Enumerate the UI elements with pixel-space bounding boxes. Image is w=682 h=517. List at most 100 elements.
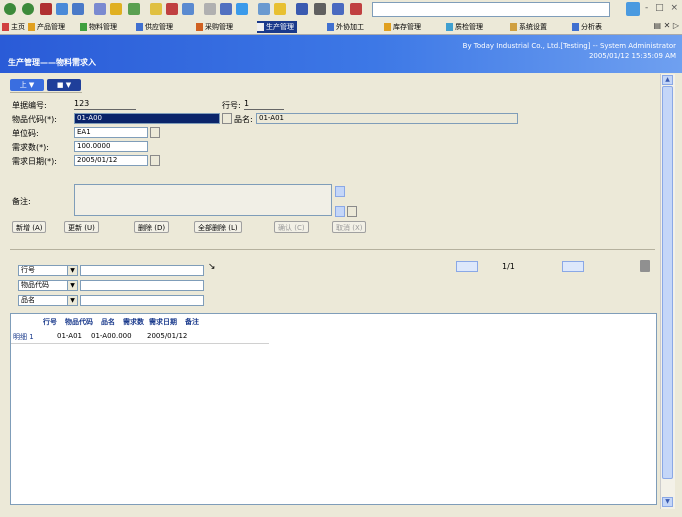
search-icon[interactable]: ↘ bbox=[208, 262, 216, 272]
column-header[interactable]: 物品代码 bbox=[65, 317, 93, 327]
page-indicator: 1/1 bbox=[502, 262, 515, 271]
column-header[interactable]: 行号 bbox=[43, 317, 57, 327]
tab-label: 系统设置 bbox=[519, 23, 547, 31]
table-cell: 2005/01/12 bbox=[147, 332, 188, 340]
module-tabs: 主页 产品管理 物料管理 供应管理 采购管理 生产管理 外协加工 库存管理 质检… bbox=[0, 20, 682, 35]
tab-material[interactable]: 物料管理 bbox=[80, 21, 117, 33]
delete-button[interactable]: 删除 (D) bbox=[134, 221, 170, 233]
print-icon[interactable] bbox=[640, 260, 650, 272]
media-icon[interactable] bbox=[236, 3, 248, 15]
nav-down-button[interactable]: ■ ▼ bbox=[47, 79, 81, 91]
tab-system[interactable]: 系统设置 bbox=[510, 21, 547, 33]
scroll-down-arrow[interactable]: ▼ bbox=[662, 497, 673, 507]
cancel-button[interactable]: 取消 (X) bbox=[332, 221, 367, 233]
delete-all-button[interactable]: 全部删除 (L) bbox=[194, 221, 242, 233]
scroll-up-arrow[interactable]: ▲ bbox=[662, 75, 673, 85]
forward-icon[interactable] bbox=[22, 3, 34, 15]
tab-label: 分析表 bbox=[581, 23, 602, 31]
nav-up-button[interactable]: 上 ▼ bbox=[10, 79, 44, 91]
company-line: By Today Industrial Co., Ltd.[Testing] -… bbox=[462, 42, 676, 50]
order-no-label: 单据编号: bbox=[12, 101, 47, 110]
page-icon[interactable] bbox=[332, 3, 344, 15]
tab-icon bbox=[2, 23, 9, 31]
tools-icon[interactable] bbox=[314, 3, 326, 15]
tab-icon bbox=[446, 23, 453, 31]
address-bar[interactable] bbox=[372, 2, 610, 17]
item-lookup-button[interactable] bbox=[222, 113, 232, 124]
stop-icon[interactable] bbox=[40, 3, 52, 15]
unit-lookup-button[interactable] bbox=[150, 127, 160, 138]
refresh-icon[interactable] bbox=[56, 3, 68, 15]
vertical-scrollbar[interactable]: ▲ ▼ bbox=[660, 74, 675, 509]
messenger-icon[interactable] bbox=[220, 3, 232, 15]
chevron-down-icon[interactable]: ▼ bbox=[67, 266, 77, 275]
tab-icon bbox=[327, 23, 334, 31]
search-icon[interactable] bbox=[94, 3, 106, 15]
add-button[interactable]: 新增 (A) bbox=[12, 221, 47, 233]
remark-lookup-button[interactable] bbox=[347, 206, 357, 217]
chevron-down-icon[interactable]: ▼ bbox=[67, 281, 77, 290]
tab-label: 供应管理 bbox=[145, 23, 173, 31]
search-field-combo-1[interactable]: 行号 ▼ bbox=[18, 265, 78, 276]
qty-field[interactable]: 100.0000 bbox=[74, 141, 148, 152]
window-icon[interactable] bbox=[296, 3, 308, 15]
next-page-button[interactable] bbox=[562, 261, 584, 272]
close-button[interactable]: × bbox=[670, 3, 678, 13]
calendar-button[interactable] bbox=[150, 155, 160, 166]
history-icon[interactable] bbox=[128, 3, 140, 15]
tab-product[interactable]: 产品管理 bbox=[28, 21, 65, 33]
minimize-button[interactable]: - bbox=[645, 3, 648, 13]
remark-field[interactable] bbox=[74, 184, 332, 216]
column-header[interactable]: 需求日期 bbox=[149, 317, 177, 327]
column-header[interactable]: 品名 bbox=[101, 317, 115, 327]
update-button[interactable]: 更新 (U) bbox=[64, 221, 99, 233]
favorites-icon[interactable] bbox=[110, 3, 122, 15]
prev-page-button[interactable] bbox=[456, 261, 478, 272]
scroll-thumb[interactable] bbox=[662, 86, 673, 479]
discuss-icon[interactable] bbox=[204, 3, 216, 15]
tab-label: 采购管理 bbox=[205, 23, 233, 31]
search-input-1[interactable] bbox=[80, 265, 204, 276]
search-field-combo-3[interactable]: 品名 ▼ bbox=[18, 295, 78, 306]
research-icon[interactable] bbox=[274, 3, 286, 15]
unit-field[interactable]: EA1 bbox=[74, 127, 148, 138]
folder-icon[interactable] bbox=[258, 3, 270, 15]
remark-scroll-down[interactable] bbox=[335, 206, 345, 217]
table-row[interactable]: 明细 1 01-A01 01-A00.000 2005/01/12 bbox=[11, 330, 269, 342]
date-field[interactable]: 2005/01/12 bbox=[74, 155, 148, 166]
chevron-down-icon[interactable]: ▼ bbox=[67, 296, 77, 305]
tab-supply[interactable]: 供应管理 bbox=[136, 21, 173, 33]
back-icon[interactable] bbox=[4, 3, 16, 15]
tab-icon bbox=[28, 23, 35, 31]
home-icon[interactable] bbox=[72, 3, 84, 15]
search-input-3[interactable] bbox=[80, 295, 204, 306]
tab-analysis[interactable]: 分析表 bbox=[572, 21, 602, 33]
print-icon[interactable] bbox=[166, 3, 178, 15]
tab-home[interactable]: 主页 bbox=[2, 21, 25, 33]
maximize-button[interactable]: □ bbox=[655, 3, 664, 13]
search-field-combo-2[interactable]: 物品代码 ▼ bbox=[18, 280, 78, 291]
tab-outsource[interactable]: 外协加工 bbox=[327, 21, 364, 33]
window-controls[interactable]: - □ × bbox=[641, 3, 678, 13]
tab-icon bbox=[80, 23, 87, 31]
edit-icon[interactable] bbox=[182, 3, 194, 15]
tab-purchase[interactable]: 采购管理 bbox=[196, 21, 233, 33]
remark-scroll-up[interactable] bbox=[335, 186, 345, 197]
tab-inventory[interactable]: 库存管理 bbox=[384, 21, 421, 33]
tab-label: 产品管理 bbox=[37, 23, 65, 31]
tab-quality[interactable]: 质检管理 bbox=[446, 21, 483, 33]
search-input-2[interactable] bbox=[80, 280, 204, 291]
remark-label: 备注: bbox=[12, 197, 31, 206]
tab-production[interactable]: 生产管理 bbox=[257, 21, 297, 33]
item-name-label: 品名: bbox=[234, 115, 253, 124]
confirm-button[interactable]: 确认 (C) bbox=[274, 221, 309, 233]
tab-scroll-controls[interactable]: ▤ ✕ ▷ bbox=[654, 21, 680, 30]
column-header[interactable]: 需求数 bbox=[123, 317, 144, 327]
item-code-field[interactable]: 01-A00 bbox=[74, 113, 220, 124]
tab-label: 质检管理 bbox=[455, 23, 483, 31]
tab-label: 主页 bbox=[11, 23, 25, 31]
messenger2-icon[interactable] bbox=[350, 3, 362, 15]
mail-icon[interactable] bbox=[150, 3, 162, 15]
table-cell: 明细 1 bbox=[13, 333, 34, 341]
column-header[interactable]: 备注 bbox=[185, 317, 199, 327]
